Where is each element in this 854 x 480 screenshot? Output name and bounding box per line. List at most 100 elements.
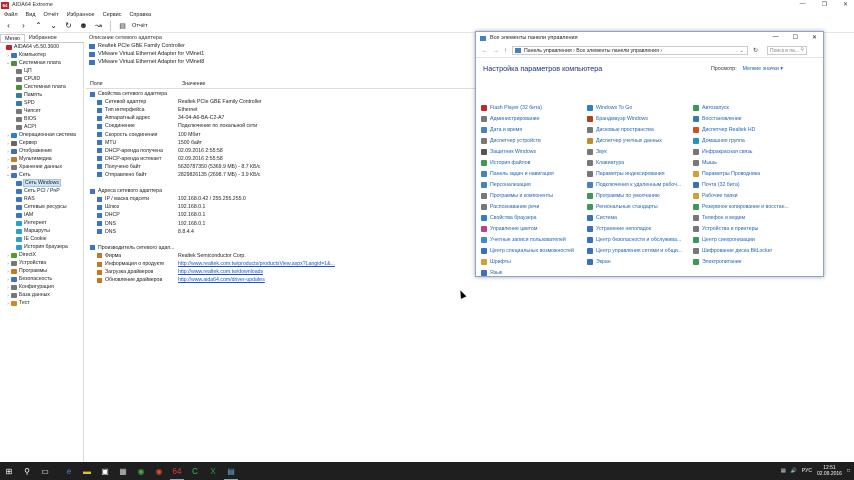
cp-item[interactable]: Почта (32 бита) [693,179,799,190]
cp-minimize-button[interactable]: — [773,34,779,41]
tree-item[interactable]: Чипсет [0,107,83,115]
cp-item[interactable]: Шифрование диска BitLocker [693,245,799,256]
property-link[interactable]: http://www.realtek.com.tw/products/produ… [178,261,335,267]
notifications-icon[interactable]: □ [847,468,850,474]
tree-item[interactable]: › Компьютер [0,51,83,59]
cp-item[interactable]: Flash Player (32 бита) [481,102,587,113]
tree-item[interactable]: › Хранение данных [0,163,83,171]
cp-item[interactable]: Учетные записи пользователей [481,234,587,245]
cp-item[interactable]: Восстановление [693,113,799,124]
calculator-icon[interactable]: ▦ [114,462,132,480]
cp-item[interactable]: Телефон и модем [693,212,799,223]
menu-favorites[interactable]: Избранное [67,12,95,18]
tree-item[interactable]: › Конфигурация [0,283,83,291]
cp-item[interactable]: Управление цветом [481,223,587,234]
chart-icon[interactable]: ↝ [93,20,104,31]
camtasia-icon[interactable]: C [186,462,204,480]
property-row[interactable]: DNS 192.168.0.1 [86,220,476,228]
tree-item[interactable]: › Операционная система [0,131,83,139]
cp-item[interactable]: Диспетчер Realtek HD [693,124,799,135]
cp-item[interactable]: Язык [481,267,587,278]
cp-item[interactable]: Центр управления сетями и общи... [587,245,693,256]
cp-item[interactable]: Электропитание [693,256,799,267]
tree-item[interactable]: › Безопасность [0,275,83,283]
property-group[interactable]: Производитель сетевого адап... [86,244,476,252]
cp-item[interactable]: Автозапуск [693,102,799,113]
language-indicator[interactable]: РУС [802,468,812,474]
cp-up-icon[interactable]: ↑ [504,48,507,54]
tree-item[interactable]: › База данных [0,291,83,299]
cp-item[interactable]: Рабочие папки [693,190,799,201]
column-field[interactable]: Поле [86,81,178,87]
menu-file[interactable]: Файл [4,12,18,18]
network-icon[interactable]: ▤ [781,468,786,474]
volume-icon[interactable]: 🔊 [791,468,797,474]
property-row[interactable]: Аппаратный адрес 34-04-A6-BA-C2-A7 [86,114,476,122]
tree-item[interactable]: › Устройства [0,259,83,267]
close-button[interactable]: ✕ [843,1,848,8]
tree-item[interactable]: ⌄ Системная плата [0,59,83,67]
cp-item[interactable]: Центр синхронизации [693,234,799,245]
property-row[interactable]: Сетевой адаптер Realtek PCIe GBE Family C… [86,98,476,106]
tree-item[interactable]: Сетевые ресурсы [0,203,83,211]
tree-item[interactable]: › Мультимедиа [0,155,83,163]
start-icon[interactable]: ⊞ [0,462,18,480]
user-icon[interactable]: ☻ [78,20,89,31]
cp-item[interactable]: Экран [587,256,693,267]
tree-item[interactable]: Сеть PCI / PnP [0,187,83,195]
cp-item[interactable]: Домашняя группа [693,135,799,146]
cp-item[interactable]: Программы и компоненты [481,190,587,201]
cp-item[interactable]: Распознавание речи [481,201,587,212]
cp-item[interactable]: Устранение неполадок [587,223,693,234]
cp-item[interactable]: Система [587,212,693,223]
menu-report[interactable]: Отчёт [43,12,58,18]
cp-item[interactable]: Центр безопасности и обслужива... [587,234,693,245]
breadcrumb[interactable]: Панель управления › Все элементы панели … [524,48,662,54]
property-row[interactable]: DNS 8.8.4.4 [86,228,476,236]
property-link[interactable]: http://www.realtek.com.tw/downloads [178,269,263,275]
tree-item[interactable]: › Тест [0,299,83,307]
cp-item[interactable]: Брандмауэр Windows [587,113,693,124]
aida64-icon[interactable]: 64 [168,462,186,480]
menu-help[interactable]: Справка [129,12,151,18]
cp-close-button[interactable]: ✕ [812,34,817,41]
cp-item[interactable]: Подключения к удаленным рабоч... [587,179,693,190]
file-explorer-icon[interactable]: ▬ [78,462,96,480]
property-row[interactable]: Загрузка драйверов http://www.realtek.com… [86,268,476,276]
cp-item[interactable]: Windows To Go [587,102,693,113]
task-view-icon[interactable]: ▭ [36,462,54,480]
column-value[interactable]: Значение [178,81,206,87]
search-icon[interactable]: ⚲ [18,462,36,480]
cp-item[interactable]: Защитник Windows [481,146,587,157]
report-icon[interactable]: ▤ [117,20,128,31]
tree-item[interactable]: IAM [0,211,83,219]
chrome-icon[interactable]: ◉ [132,462,150,480]
cp-forward-icon[interactable]: → [493,48,499,54]
tree-item[interactable]: ЦП [0,67,83,75]
tree-item[interactable]: Память [0,91,83,99]
cp-item[interactable]: Центр специальных возможностей [481,245,587,256]
property-link[interactable]: http://www.aida64.com/driver-updates [178,277,265,283]
property-row[interactable]: Информация о продукте http://www.realtek.… [86,260,476,268]
tab-favorites[interactable]: Избранное [25,34,61,42]
tree-item[interactable]: Сеть Windows [0,179,83,187]
property-group[interactable]: Адреса сетевого адаптера [86,187,476,195]
menu-tools[interactable]: Сервис [103,12,122,18]
tree-item[interactable]: BIOS [0,115,83,123]
tree-item[interactable]: RAS [0,195,83,203]
tree-item[interactable]: История браузера [0,243,83,251]
minimize-button[interactable]: — [800,1,806,8]
cp-item[interactable]: Дата и время [481,124,587,135]
yandex-browser-icon[interactable]: ◉ [150,462,168,480]
store-icon[interactable]: ▣ [96,462,114,480]
tree-item[interactable]: Системная плата [0,83,83,91]
forward-icon[interactable]: › [18,20,29,31]
view-dropdown[interactable]: Мелкие значки ▾ [743,66,783,72]
cp-item[interactable]: Устройства и принтеры [693,223,799,234]
cp-item[interactable]: Мышь [693,157,799,168]
refresh-icon[interactable]: ↻ [63,20,74,31]
edge-icon[interactable]: e [60,462,78,480]
refresh-icon[interactable]: ↻ [753,47,758,54]
tree-item[interactable]: › Сервер [0,139,83,147]
cp-item[interactable]: Диспетчер учетных данных [587,135,693,146]
